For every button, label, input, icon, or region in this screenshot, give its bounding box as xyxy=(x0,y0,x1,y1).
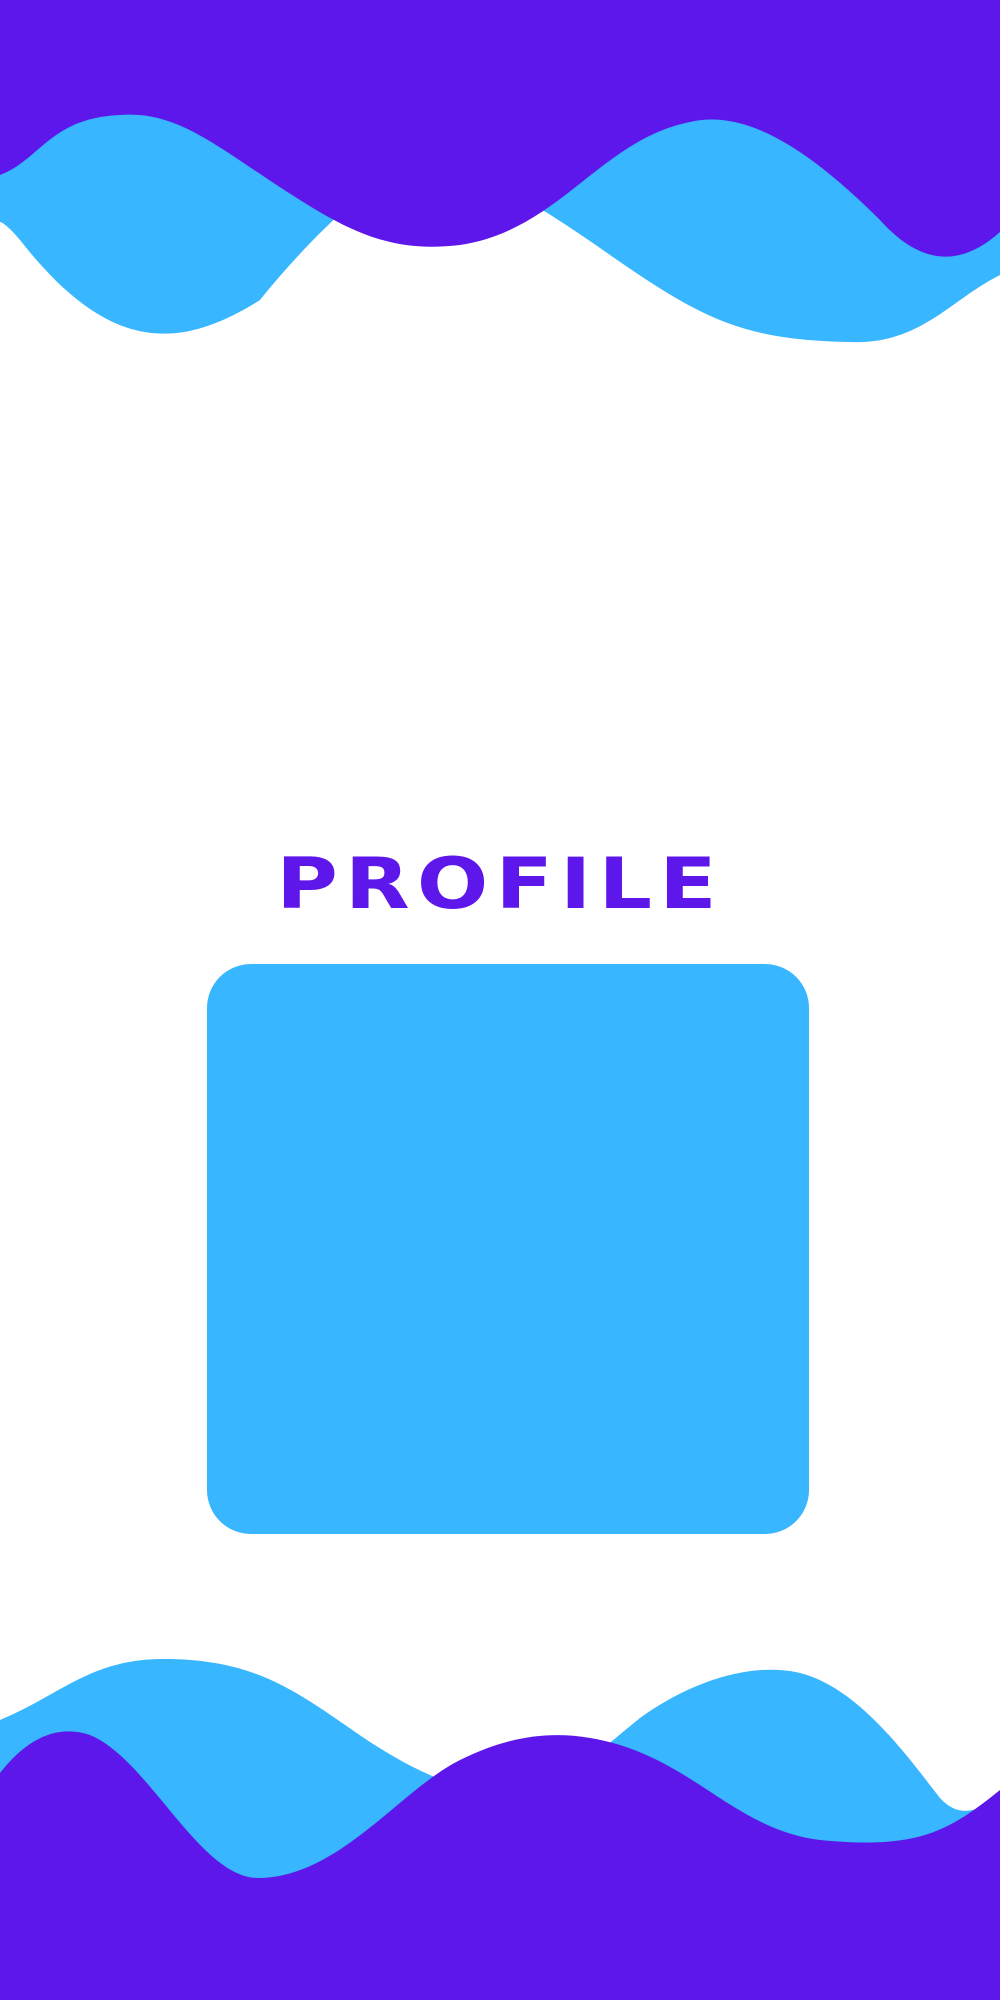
bottom-wave-decoration xyxy=(0,1658,1000,2000)
profile-photo-placeholder[interactable] xyxy=(207,964,809,1534)
top-wave-decoration xyxy=(0,0,1000,343)
page-title: PROFILE xyxy=(276,843,724,925)
